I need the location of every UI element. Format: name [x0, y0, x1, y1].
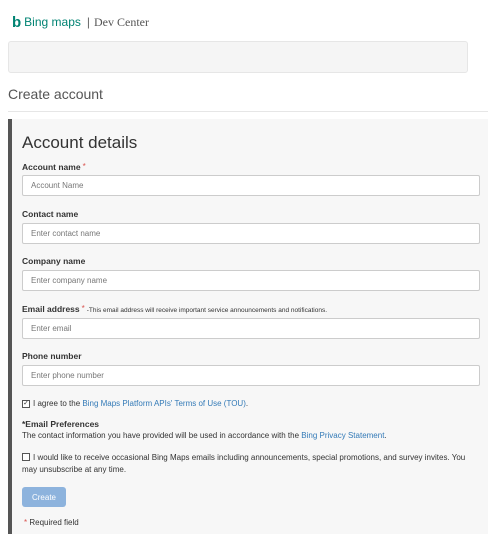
account-name-label: Account name *: [22, 162, 86, 172]
panel-heading: Account details: [22, 133, 138, 152]
bing-logo-icon[interactable]: b: [12, 15, 21, 30]
create-button[interactable]: Create: [22, 487, 66, 507]
phone-number-input[interactable]: [22, 365, 480, 386]
required-star: *: [82, 162, 86, 171]
company-name-input[interactable]: [22, 270, 480, 291]
contact-name-label-text: Contact name: [22, 209, 79, 219]
email-input[interactable]: [22, 318, 480, 339]
bing-maps-logo-text[interactable]: Bing maps: [24, 15, 81, 29]
email-address-label: Email address * -This email address will r…: [22, 304, 327, 314]
email-note: -This email address will receive importa…: [86, 307, 328, 314]
tou-prefix-text: I agree to the: [33, 399, 83, 408]
tou-checkbox[interactable]: ✓: [22, 399, 30, 408]
dev-center-link[interactable]: Dev Center: [94, 15, 149, 30]
privacy-suffix-text: .: [384, 431, 387, 440]
phone-number-label: Phone number: [22, 351, 82, 361]
phone-number-label-text: Phone number: [22, 351, 82, 361]
account-name-label-text: Account name: [22, 162, 81, 172]
tou-suffix-text: .: [245, 399, 249, 408]
privacy-statement-link[interactable]: Bing Privacy Statement: [301, 431, 384, 440]
tou-link[interactable]: Bing Maps Platform APIs' Terms of Use (T…: [82, 399, 246, 408]
required-star: *: [81, 304, 85, 313]
account-name-input[interactable]: [22, 175, 480, 196]
email-preferences-title: *Email Preferences: [22, 419, 100, 429]
privacy-prefix-text: The contact information you have provide…: [22, 431, 302, 440]
title-divider: [8, 111, 488, 112]
email-preferences-text: The contact information you have provide…: [22, 431, 482, 440]
required-field-note: * Required field: [22, 518, 79, 527]
marketing-optin-text: I would like to receive occasional Bing …: [22, 453, 466, 474]
contact-name-label: Contact name: [22, 209, 78, 219]
account-details-panel: Account details Account name* Contact na…: [8, 119, 488, 534]
navigation-bar: [8, 41, 468, 73]
contact-name-input[interactable]: [22, 223, 480, 244]
email-address-label-text: Email address: [22, 304, 80, 314]
company-name-label-text: Company name: [22, 256, 86, 266]
required-field-text: Required field: [27, 518, 79, 527]
page-title: Create account: [8, 86, 103, 102]
app-header: b Bing maps | Dev Center: [12, 12, 149, 32]
company-name-label: Company name: [22, 256, 85, 266]
marketing-optin-row: I would like to receive occasional Bing …: [22, 452, 482, 476]
header-separator: |: [86, 15, 90, 29]
marketing-optin-checkbox[interactable]: [22, 453, 30, 461]
tou-agreement-row: ✓ I agree to the Bing Maps Platform APIs…: [22, 399, 248, 408]
